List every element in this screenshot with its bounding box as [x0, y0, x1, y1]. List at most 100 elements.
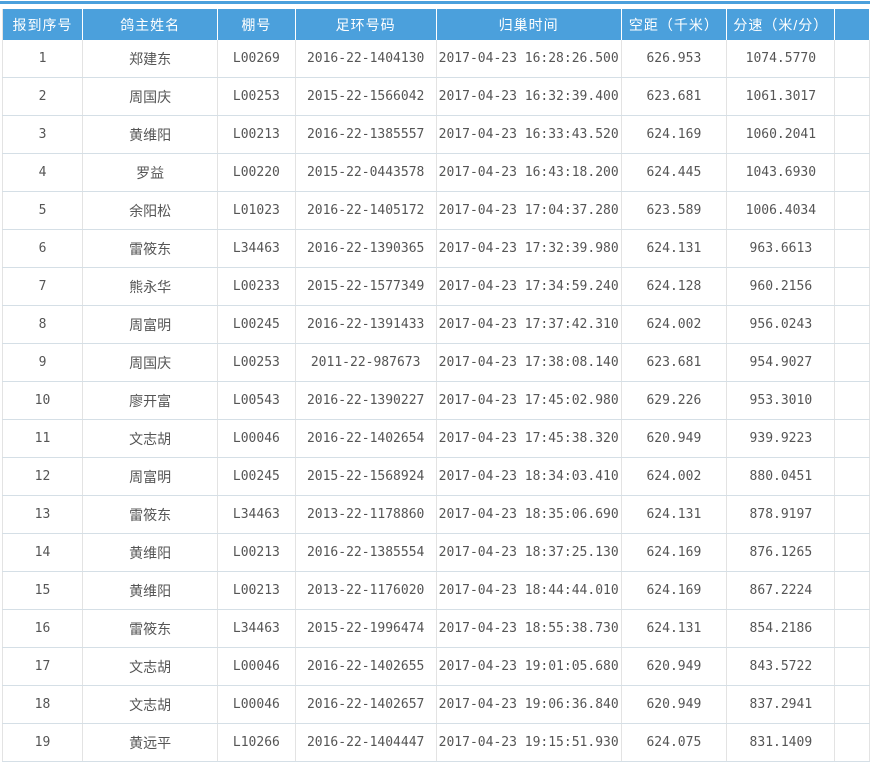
cell-speed: 1074.5770: [727, 40, 835, 78]
cell-clipped: [835, 116, 870, 154]
cell-ring: 2016-22-1402655: [295, 648, 436, 686]
table-row: 3黄维阳L002132016-22-13855572017-04-23 16:3…: [3, 116, 870, 154]
table-body: 1郑建东L002692016-22-14041302017-04-23 16:2…: [3, 40, 870, 762]
cell-distance: 623.681: [621, 344, 727, 382]
cell-speed: 1043.6930: [727, 154, 835, 192]
page: 报到序号鸽主姓名棚号足环号码归巢时间空距（千米）分速（米/分） 1郑建东L002…: [0, 0, 870, 762]
cell-seq: 2: [3, 78, 83, 116]
table-row: 13雷筱东L344632013-22-11788602017-04-23 18:…: [3, 496, 870, 534]
cell-time: 2017-04-23 18:55:38.730: [436, 610, 621, 648]
cell-clipped: [835, 344, 870, 382]
table-row: 2周国庆L002532015-22-15660422017-04-23 16:3…: [3, 78, 870, 116]
cell-distance: 624.445: [621, 154, 727, 192]
cell-ring: 2016-22-1404130: [295, 40, 436, 78]
cell-seq: 8: [3, 306, 83, 344]
cell-clipped: [835, 648, 870, 686]
cell-owner: 雷筱东: [83, 230, 218, 268]
cell-seq: 14: [3, 534, 83, 572]
cell-clipped: [835, 610, 870, 648]
cell-distance: 623.589: [621, 192, 727, 230]
cell-ring: 2016-22-1390365: [295, 230, 436, 268]
results-table: 报到序号鸽主姓名棚号足环号码归巢时间空距（千米）分速（米/分） 1郑建东L002…: [2, 9, 870, 762]
cell-speed: 843.5722: [727, 648, 835, 686]
cell-loft: L00253: [218, 78, 295, 116]
cell-seq: 1: [3, 40, 83, 78]
table-row: 17文志胡L000462016-22-14026552017-04-23 19:…: [3, 648, 870, 686]
cell-loft: L00220: [218, 154, 295, 192]
cell-ring: 2015-22-1568924: [295, 458, 436, 496]
cell-time: 2017-04-23 17:04:37.280: [436, 192, 621, 230]
cell-ring: 2015-22-0443578: [295, 154, 436, 192]
cell-loft: L00046: [218, 420, 295, 458]
cell-seq: 12: [3, 458, 83, 496]
cell-speed: 960.2156: [727, 268, 835, 306]
cell-loft: L34463: [218, 610, 295, 648]
cell-loft: L00046: [218, 648, 295, 686]
cell-owner: 文志胡: [83, 648, 218, 686]
cell-loft: L00245: [218, 306, 295, 344]
table-row: 18文志胡L000462016-22-14026572017-04-23 19:…: [3, 686, 870, 724]
cell-speed: 939.9223: [727, 420, 835, 458]
cell-time: 2017-04-23 18:35:06.690: [436, 496, 621, 534]
table-row: 4罗益L002202015-22-04435782017-04-23 16:43…: [3, 154, 870, 192]
cell-owner: 文志胡: [83, 420, 218, 458]
cell-speed: 878.9197: [727, 496, 835, 534]
cell-clipped: [835, 496, 870, 534]
cell-time: 2017-04-23 18:34:03.410: [436, 458, 621, 496]
table-row: 16雷筱东L344632015-22-19964742017-04-23 18:…: [3, 610, 870, 648]
table-row: 8周富明L002452016-22-13914332017-04-23 17:3…: [3, 306, 870, 344]
table-row: 12周富明L002452015-22-15689242017-04-23 18:…: [3, 458, 870, 496]
cell-distance: 624.169: [621, 116, 727, 154]
cell-time: 2017-04-23 17:34:59.240: [436, 268, 621, 306]
cell-clipped: [835, 306, 870, 344]
cell-clipped: [835, 534, 870, 572]
cell-ring: 2011-22-987673: [295, 344, 436, 382]
cell-time: 2017-04-23 17:45:38.320: [436, 420, 621, 458]
cell-distance: 624.002: [621, 458, 727, 496]
cell-owner: 黄维阳: [83, 534, 218, 572]
column-header-ring: 足环号码: [295, 9, 436, 40]
cell-ring: 2016-22-1385557: [295, 116, 436, 154]
cell-seq: 9: [3, 344, 83, 382]
cell-distance: 624.131: [621, 496, 727, 534]
cell-ring: 2015-22-1996474: [295, 610, 436, 648]
cell-clipped: [835, 154, 870, 192]
cell-time: 2017-04-23 17:37:42.310: [436, 306, 621, 344]
cell-seq: 5: [3, 192, 83, 230]
cell-clipped: [835, 78, 870, 116]
table-row: 7熊永华L002332015-22-15773492017-04-23 17:3…: [3, 268, 870, 306]
cell-loft: L00253: [218, 344, 295, 382]
cell-owner: 周富明: [83, 306, 218, 344]
cell-ring: 2016-22-1390227: [295, 382, 436, 420]
cell-ring: 2013-22-1178860: [295, 496, 436, 534]
table-row: 10廖开富L005432016-22-13902272017-04-23 17:…: [3, 382, 870, 420]
cell-time: 2017-04-23 17:45:02.980: [436, 382, 621, 420]
cell-ring: 2015-22-1566042: [295, 78, 436, 116]
cell-owner: 周富明: [83, 458, 218, 496]
cell-loft: L00213: [218, 116, 295, 154]
cell-clipped: [835, 458, 870, 496]
cell-speed: 953.3010: [727, 382, 835, 420]
column-header-seq: 报到序号: [3, 9, 83, 40]
column-header-distance: 空距（千米）: [621, 9, 727, 40]
cell-ring: 2013-22-1176020: [295, 572, 436, 610]
cell-speed: 854.2186: [727, 610, 835, 648]
cell-speed: 1060.2041: [727, 116, 835, 154]
cell-seq: 17: [3, 648, 83, 686]
cell-speed: 1006.4034: [727, 192, 835, 230]
table-row: 5余阳松L010232016-22-14051722017-04-23 17:0…: [3, 192, 870, 230]
cell-distance: 620.949: [621, 420, 727, 458]
cell-distance: 624.002: [621, 306, 727, 344]
cell-loft: L00245: [218, 458, 295, 496]
cell-loft: L34463: [218, 496, 295, 534]
cell-distance: 620.949: [621, 648, 727, 686]
cell-time: 2017-04-23 18:44:44.010: [436, 572, 621, 610]
cell-seq: 6: [3, 230, 83, 268]
cell-loft: L10266: [218, 724, 295, 762]
column-header-clipped: [835, 9, 870, 40]
cell-clipped: [835, 382, 870, 420]
cell-distance: 624.169: [621, 534, 727, 572]
column-header-owner: 鸽主姓名: [83, 9, 218, 40]
cell-speed: 876.1265: [727, 534, 835, 572]
cell-clipped: [835, 724, 870, 762]
